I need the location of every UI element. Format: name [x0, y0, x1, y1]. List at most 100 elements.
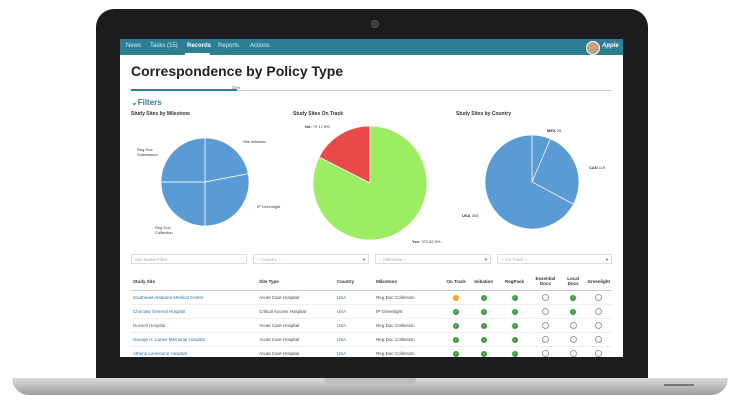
pie-label-yes-value: 372 [421, 239, 429, 244]
pie-label-no: No: 79 17.5% [305, 124, 330, 129]
nav-reports[interactable]: Reports [218, 43, 239, 49]
study-site-link[interactable]: Athens-Limestone Hospital [131, 346, 258, 357]
pie-label-mex: MEX 29 [547, 128, 561, 133]
pie-label-can-name: CAN [589, 165, 598, 170]
col-on-track[interactable]: On Track [443, 272, 469, 291]
pie-label-no-value: 79 [312, 124, 318, 129]
country-link[interactable]: USA [334, 318, 375, 333]
check-circle-icon: ✓ [511, 294, 518, 301]
milestone-cell: Reg Doc Collection [374, 318, 444, 333]
top-nav: News Tasks (15) Records Reports Actions … [120, 39, 623, 55]
laptop-notch [324, 378, 416, 384]
status-cell: ! [443, 290, 469, 305]
check-circle-icon: ✓ [453, 322, 460, 329]
status-cell: · [529, 346, 561, 357]
nav-records[interactable]: Records [187, 43, 211, 49]
progress-track [131, 89, 612, 91]
milestone-cell: Reg Doc Collection [374, 290, 444, 305]
country-link[interactable]: USA [334, 290, 375, 305]
pie-label-usa-value: 303 [471, 213, 479, 218]
nav-news[interactable]: News [126, 43, 141, 49]
pie-label-reg-doc-submission: Reg Doc Submission [137, 147, 158, 157]
pie-chart-milestone [160, 137, 250, 227]
status-cell: · [585, 290, 612, 305]
table-row[interactable]: Southeast Alabama Medical Center Acute Ca… [131, 290, 612, 305]
nav-tasks[interactable]: Tasks (15) [150, 43, 178, 49]
status-cell: · [585, 304, 612, 319]
country-select-value: -- Country -- [257, 257, 282, 262]
col-study-site[interactable]: Study Site [131, 272, 258, 291]
site-name-filter-input[interactable]: Site Name Filter [131, 254, 247, 264]
pie-slice-ip-greenlight[interactable] [204, 173, 250, 227]
check-circle-icon: ✓ [480, 350, 487, 357]
on-track-select-value: -- On Track -- [501, 257, 528, 262]
camera [371, 20, 379, 28]
clock-icon: · [595, 322, 603, 329]
nav-actions[interactable]: Actions [250, 43, 270, 49]
pie-chart-on-track [312, 125, 428, 241]
status-cell: · [560, 332, 586, 347]
filters-toggle[interactable]: ⌄Filters [131, 98, 162, 107]
status-cell: · [585, 318, 612, 333]
table-row[interactable]: Athens-Limestone Hospital Acute Care Hosp… [131, 346, 612, 357]
status-cell: ✓ [468, 304, 500, 319]
status-cell: ✓ [468, 346, 500, 357]
avatar[interactable] [586, 41, 600, 55]
milestone-select[interactable]: -- Milestone -- ▾ [375, 254, 491, 264]
col-greenlight[interactable]: Greenlight [585, 272, 612, 291]
col-country[interactable]: Country [334, 272, 375, 291]
pie-slice-reg-doc-collection[interactable] [160, 181, 206, 227]
pie-label-usa: USA 303 [462, 213, 478, 218]
on-track-select[interactable]: -- On Track -- ▾ [497, 254, 612, 264]
chart-title-country: Study Sites by Country [456, 111, 512, 117]
chart-title-milestone: Study Sites by Milestone [131, 111, 190, 117]
brand-logo: Apple [602, 43, 619, 49]
study-site-link[interactable]: Southeast Alabama Medical Center [131, 290, 258, 305]
table-row[interactable]: Russell Hospital Acute Care Hospital USA Re… [131, 318, 612, 333]
status-cell: ✓ [443, 318, 469, 333]
app-screen: News Tasks (15) Records Reports Actions … [120, 39, 623, 357]
check-circle-icon: ✓ [570, 308, 577, 315]
col-essential-docs[interactable]: Essential Docs [529, 272, 561, 291]
country-link[interactable]: USA [334, 332, 375, 347]
country-link[interactable]: USA [334, 346, 375, 357]
table-row[interactable]: George H. Lanier Memorial Hospital Acute … [131, 332, 612, 347]
country-select[interactable]: -- Country -- ▾ [253, 254, 369, 264]
study-site-link[interactable]: Choctaw General Hospital [131, 304, 258, 319]
page-title: Correspondence by Policy Type [131, 63, 344, 79]
country-link[interactable]: USA [334, 304, 375, 319]
study-site-link[interactable]: George H. Lanier Memorial Hospital [131, 332, 258, 347]
col-milestone[interactable]: Milestone [374, 272, 444, 291]
check-circle-icon: ✓ [480, 336, 487, 343]
col-regpack[interactable]: RegPack [499, 272, 530, 291]
pie-label-site-initiation: Site Initiation [243, 139, 266, 144]
milestone-cell: IP Greenlight [374, 304, 444, 319]
pie-label-can-value: 119 [598, 165, 606, 170]
active-tab-indicator [185, 53, 210, 55]
status-cell: · [560, 346, 586, 357]
clock-icon: · [569, 350, 577, 357]
study-site-link[interactable]: Russell Hospital [131, 318, 258, 333]
pie-label-usa-name: USA [462, 213, 471, 218]
clock-icon: · [541, 322, 549, 329]
status-cell: ✓ [560, 290, 586, 305]
status-cell: ✓ [560, 304, 586, 319]
clock-icon: · [541, 350, 549, 357]
status-cell: ✓ [499, 318, 530, 333]
pie-slice-reg-doc-submission[interactable] [160, 137, 206, 183]
table-row[interactable]: Choctaw General Hospital Critical Access … [131, 304, 612, 319]
col-initiation[interactable]: Initiation [468, 272, 500, 291]
chevron-down-icon: ⌄ [131, 98, 138, 107]
clock-icon: · [595, 294, 603, 301]
site-type-cell: Critical Access Hospital [257, 304, 335, 319]
milestone-cell: Reg Doc Collection [374, 332, 444, 347]
status-cell: · [585, 346, 612, 357]
status-cell: · [529, 304, 561, 319]
check-circle-icon: ✓ [480, 322, 487, 329]
check-circle-icon: ✓ [480, 308, 487, 315]
col-local-docs[interactable]: Local Docs [560, 272, 586, 291]
pie-label-reg-doc-collection: Reg Doc Collection [155, 225, 173, 235]
col-site-type[interactable]: Site Type [257, 272, 335, 291]
clock-icon: · [541, 336, 549, 343]
caret-down-icon: ▾ [605, 257, 608, 262]
